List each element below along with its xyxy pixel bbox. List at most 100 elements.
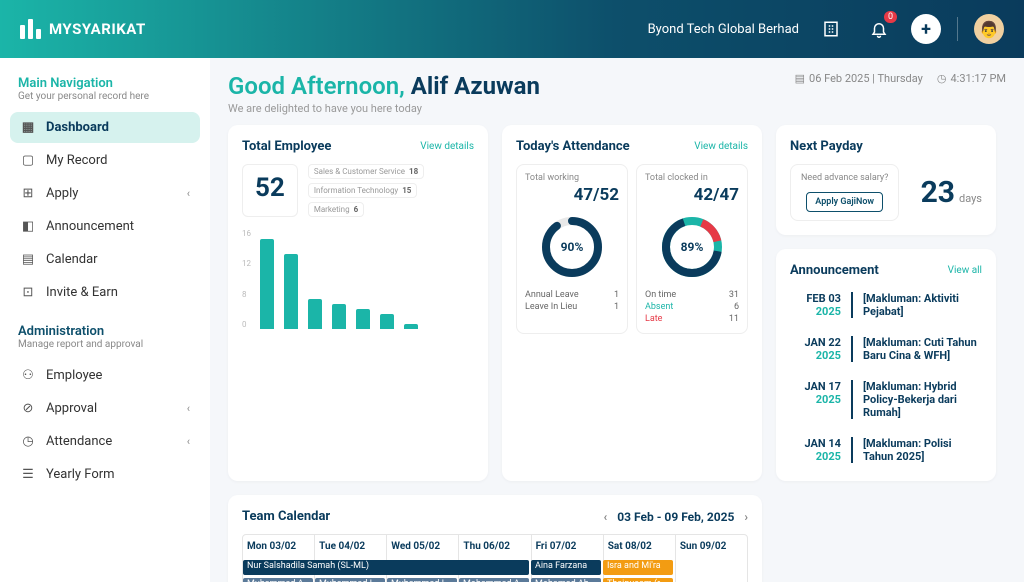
calendar-day-header: Sat 08/02 <box>604 535 676 558</box>
calendar-day-header: Sun 09/02 <box>676 535 747 558</box>
next-week-button[interactable]: › <box>744 510 748 524</box>
clocked-donut: 89% <box>660 215 724 279</box>
sidebar-item-employee[interactable]: ⚇Employee <box>10 360 200 391</box>
chart-bar <box>356 309 370 329</box>
calendar-day-header: Wed 05/02 <box>387 535 459 558</box>
view-details-link[interactable]: View details <box>420 141 474 152</box>
sidebar-item-announcement[interactable]: ◧Announcement <box>10 211 200 242</box>
view-all-link[interactable]: View all <box>948 265 982 276</box>
prev-week-button[interactable]: ‹ <box>604 510 608 524</box>
sidebar-item-invite[interactable]: ⊡Invite & Earn <box>10 277 200 308</box>
list-icon: ☰ <box>20 467 36 482</box>
sidebar-item-dashboard[interactable]: ▦Dashboard <box>10 112 200 143</box>
calendar-event[interactable]: Isra and Mi'ra <box>603 560 673 575</box>
greeting: Good Afternoon, Alif Azuwan <box>228 72 540 100</box>
chart-bar <box>332 304 346 329</box>
team-calendar-card: Team Calendar ‹ 03 Feb - 09 Feb, 2025 › … <box>228 495 762 582</box>
avatar[interactable]: 👨 <box>974 14 1004 44</box>
brand-text: MYSYARIKAT <box>49 20 146 38</box>
total-working-box: Total working 47/52 90% Annual Leave1Lea… <box>516 164 628 334</box>
chart-bar <box>404 324 418 329</box>
calendar-event[interactable]: Nur Salshadila Samah (SL-ML) <box>243 560 529 575</box>
building-icon[interactable] <box>815 13 847 45</box>
notification-badge: 0 <box>884 11 897 23</box>
datetime: ▤06 Feb 2025 | Thursday ◷4:31:17 PM <box>795 72 1006 85</box>
employee-count: 52 <box>242 164 298 217</box>
dept-tag: Information Technology 15 <box>308 183 418 198</box>
nav-main-sub: Get your personal record here <box>10 91 200 112</box>
sidebar-item-apply[interactable]: ⊞Apply‹ <box>10 178 200 209</box>
working-donut: 90% <box>540 215 604 279</box>
clock-icon: ◷ <box>20 434 36 449</box>
card-title: Today's Attendance <box>516 139 630 154</box>
advance-text: Need advance salary? <box>801 173 888 183</box>
calendar-event[interactable]: Muhammad I <box>387 578 457 582</box>
chevron-left-icon: ‹ <box>187 402 190 415</box>
divider <box>957 17 958 41</box>
calendar-event[interactable]: Aina Farzana <box>531 560 601 575</box>
app-header: MYSYARIKAT Byond Tech Global Berhad 0 + … <box>0 0 1024 58</box>
sidebar-item-attendance[interactable]: ◷Attendance‹ <box>10 426 200 457</box>
attendance-card: Today's Attendance View details Total wo… <box>502 125 762 481</box>
sidebar: Main Navigation Get your personal record… <box>0 58 210 582</box>
calendar-event[interactable]: Thaipusam (r <box>603 578 673 582</box>
company-name[interactable]: Byond Tech Global Berhad <box>648 22 799 37</box>
total-clocked-box: Total clocked in 42/47 89% On time31Abse… <box>636 164 748 334</box>
chevron-left-icon: ‹ <box>187 187 190 200</box>
calendar-event[interactable]: Muhammad I <box>315 578 385 582</box>
calendar-event[interactable]: Muhammad A <box>243 578 313 582</box>
brand-logo[interactable]: MYSYARIKAT <box>20 19 146 39</box>
announcement-item[interactable]: FEB 032025[Makluman: Aktiviti Pejabat] <box>790 288 982 322</box>
legend-row: Absent6 <box>645 301 739 313</box>
chart-bar <box>260 239 274 329</box>
total-employee-card: Total Employee View details 52 Sales & C… <box>228 125 488 481</box>
legend-row: Late11 <box>645 313 739 325</box>
calendar-day-cell[interactable] <box>676 558 747 582</box>
users-icon: ⚇ <box>20 368 36 383</box>
announcement-card: Announcement View all FEB 032025[Makluma… <box>776 249 996 481</box>
card-title: Total Employee <box>242 139 331 154</box>
clock-small-icon: ◷ <box>937 72 947 85</box>
folder-icon: ▢ <box>20 153 36 168</box>
nav-admin-title: Administration <box>10 310 200 339</box>
add-button[interactable]: + <box>911 14 941 44</box>
nav-admin-sub: Manage report and approval <box>10 339 200 360</box>
logo-bars-icon <box>20 19 41 39</box>
dept-tag: Marketing 6 <box>308 202 364 217</box>
plus-square-icon: ⊞ <box>20 186 36 201</box>
calendar-event[interactable]: Mohammad A <box>459 578 529 582</box>
legend-row: Annual Leave1 <box>525 289 619 301</box>
payday-days: 23 <box>921 175 955 210</box>
calendar-day-header: Thu 06/02 <box>459 535 531 558</box>
gift-icon: ⊡ <box>20 285 36 300</box>
legend-row: On time31 <box>645 289 739 301</box>
check-badge-icon: ⊘ <box>20 401 36 416</box>
grid-icon: ▦ <box>20 120 36 135</box>
apply-gajinow-button[interactable]: Apply GajiNow <box>806 192 883 212</box>
announcement-item[interactable]: JAN 172025[Makluman: Hybrid Policy-Beker… <box>790 376 982 423</box>
chart-bar <box>380 314 394 329</box>
chart-bar <box>308 299 322 329</box>
calendar-small-icon: ▤ <box>795 72 805 85</box>
sidebar-item-yearly-form[interactable]: ☰Yearly Form <box>10 459 200 490</box>
megaphone-icon: ◧ <box>20 219 36 234</box>
dept-tag: Sales & Customer Service 18 <box>308 164 424 179</box>
sidebar-item-calendar[interactable]: ▤Calendar <box>10 244 200 275</box>
subtitle: We are delighted to have you here today <box>228 102 540 115</box>
sidebar-item-my-record[interactable]: ▢My Record <box>10 145 200 176</box>
calendar-range: 03 Feb - 09 Feb, 2025 <box>617 510 734 524</box>
employee-barchart: 161280 <box>242 229 474 329</box>
calendar-event[interactable]: Mohamad Ab <box>531 578 601 582</box>
announcement-item[interactable]: JAN 142025[Makluman: Polisi Tahun 2025] <box>790 433 982 467</box>
calendar-icon: ▤ <box>20 252 36 267</box>
nav-main-title: Main Navigation <box>10 76 200 91</box>
calendar-day-header: Tue 04/02 <box>315 535 387 558</box>
bell-icon[interactable]: 0 <box>863 13 895 45</box>
announcement-item[interactable]: JAN 222025[Makluman: Cuti Tahun Baru Cin… <box>790 332 982 366</box>
legend-row: Leave In Lieu1 <box>525 301 619 313</box>
calendar-day-header: Fri 07/02 <box>532 535 604 558</box>
view-details-link[interactable]: View details <box>694 141 748 152</box>
chart-bar <box>284 254 298 329</box>
sidebar-item-approval[interactable]: ⊘Approval‹ <box>10 393 200 424</box>
payday-card: Next Payday Need advance salary? Apply G… <box>776 125 996 235</box>
